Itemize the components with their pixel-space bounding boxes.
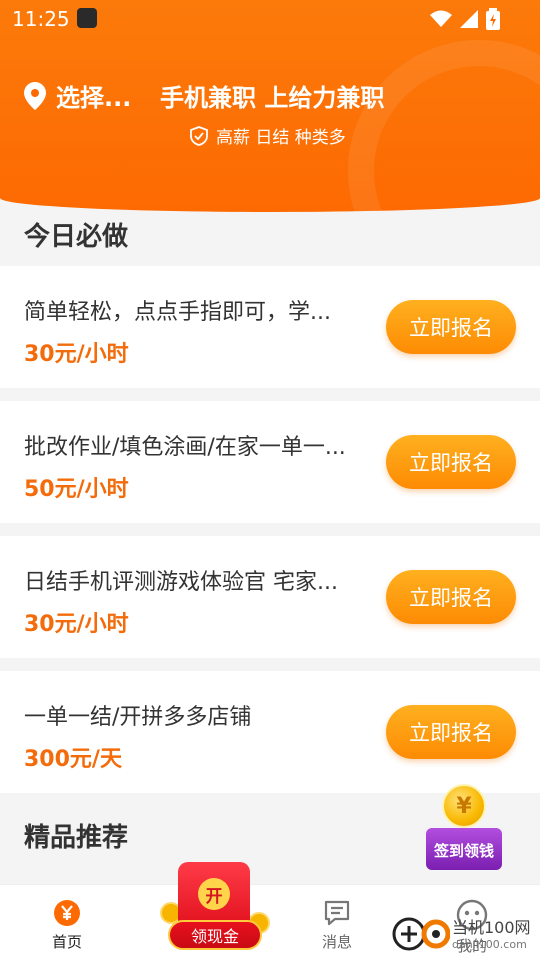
job-card[interactable]: 日结手机评测游戏体验官 宅家... 30元/小时 立即报名: [0, 536, 540, 658]
status-icons: [430, 8, 500, 30]
location-pin-icon: [24, 81, 46, 110]
job-price: 50元/小时: [24, 477, 129, 502]
coin-icon: ¥: [442, 784, 486, 828]
location-label: 选择...: [56, 84, 132, 112]
job-title: 日结手机评测游戏体验官 宅家...: [24, 570, 338, 595]
watermark-line2: danji100.com: [452, 937, 527, 951]
subtitle-text: 高薪 日结 种类多: [216, 128, 346, 148]
shield-check-icon: [190, 125, 208, 146]
app-slogan: 手机兼职 上给力兼职: [160, 84, 385, 112]
watermark: 当机100网 danji100.com: [392, 912, 531, 952]
signin-box: 签到领钱: [426, 828, 502, 870]
apply-button[interactable]: 立即报名: [386, 300, 516, 354]
job-price: 30元/小时: [24, 612, 129, 637]
signal-icon: [460, 10, 478, 28]
job-card[interactable]: 一单一结/开拼多多店铺 300元/天 立即报名: [0, 671, 540, 793]
tab-home[interactable]: 首页: [27, 899, 107, 952]
header-banner: 11:25 选择... 手机兼职 上给力兼职 高薪 日结 种类多: [0, 0, 540, 212]
tab-messages[interactable]: 消息: [297, 899, 377, 952]
signin-label: 签到领钱: [433, 842, 494, 860]
job-title: 一单一结/开拼多多店铺: [24, 705, 252, 730]
signin-reward-button[interactable]: ¥ 签到领钱: [424, 784, 504, 872]
apply-button[interactable]: 立即报名: [386, 705, 516, 759]
job-title: 批改作业/填色涂画/在家一单一...: [24, 435, 346, 460]
tab-label: 消息: [321, 933, 352, 951]
wifi-icon: [430, 10, 452, 27]
redpacket-button[interactable]: 开 领现金: [160, 862, 270, 954]
battery-icon: [486, 8, 500, 30]
job-card[interactable]: 简单轻松，点点手指即可，学... 30元/小时 立即报名: [0, 266, 540, 388]
status-bar: 11:25: [0, 0, 540, 38]
app-subtitle: 高薪 日结 种类多: [190, 123, 346, 148]
job-price: 300元/天: [24, 747, 122, 772]
job-card[interactable]: 批改作业/填色涂画/在家一单一... 50元/小时 立即报名: [0, 401, 540, 523]
status-time: 11:25: [12, 7, 70, 31]
tab-label: 首页: [51, 933, 82, 951]
location-selector[interactable]: 选择...: [24, 78, 131, 113]
watermark-logo-icon: [392, 917, 450, 951]
cash-label: 领现金: [168, 920, 262, 950]
apply-button[interactable]: 立即报名: [386, 435, 516, 489]
job-price: 30元/小时: [24, 342, 129, 367]
apply-button[interactable]: 立即报名: [386, 570, 516, 624]
job-title: 简单轻松，点点手指即可，学...: [24, 300, 331, 325]
message-icon: [324, 900, 350, 926]
section-title-today: 今日必做: [0, 212, 540, 266]
yen-home-icon: [54, 900, 80, 926]
notification-icon: [77, 8, 97, 28]
open-badge: 开: [198, 878, 230, 910]
watermark-line1: 当机100网: [452, 917, 531, 937]
